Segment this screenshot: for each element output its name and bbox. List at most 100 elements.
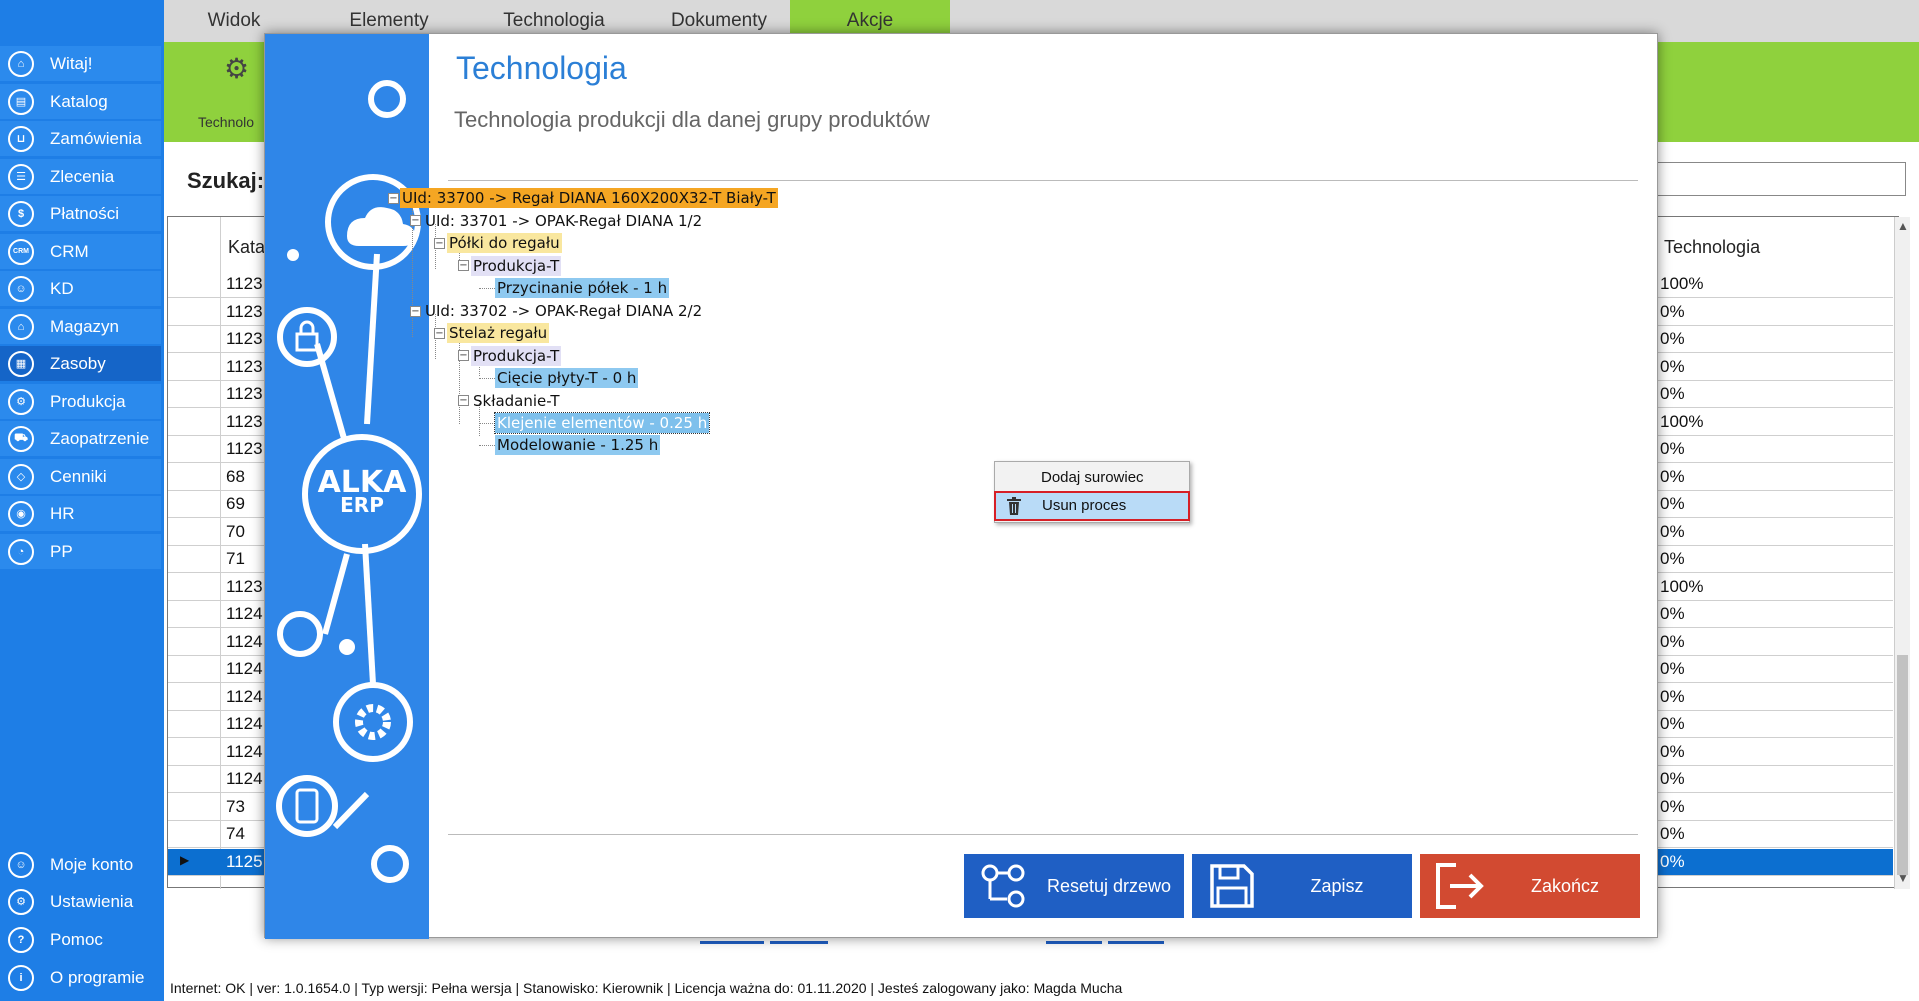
warehouse-icon: ⌂	[8, 313, 34, 340]
sidebar-item-hr[interactable]: ◉ HR	[0, 496, 161, 531]
tree-node-production-1[interactable]: Produkcja-T	[471, 256, 562, 276]
sidebar-item-label: Witaj!	[50, 53, 93, 73]
collapse-icon[interactable]: −	[434, 238, 445, 249]
sidebar-item-zlecenia[interactable]: ☰ Zlecenia	[0, 159, 161, 194]
collapse-icon[interactable]: −	[410, 306, 421, 317]
technologia-button-label[interactable]: Technolo	[198, 114, 254, 130]
sidebar-item-magazyn[interactable]: ⌂ Magazyn	[0, 309, 161, 344]
exit-icon	[1430, 861, 1490, 911]
cell-technologia: 100%	[1660, 411, 1704, 431]
collapse-icon[interactable]: −	[458, 395, 469, 406]
sidebar-item-pomoc[interactable]: ? Pomoc	[0, 922, 161, 957]
sidebar-item-zam-wienia[interactable]: ⊔ Zamówienia	[0, 121, 161, 156]
tree-node-assembly[interactable]: Składanie-T	[471, 391, 561, 411]
scroll-up-icon[interactable]: ▲	[1897, 219, 1909, 233]
cell-technologia: 0%	[1660, 851, 1685, 871]
scroll-down-icon[interactable]: ▼	[1897, 871, 1909, 885]
sidebar-item-ustawienia[interactable]: ⚙ Ustawienia	[0, 884, 161, 919]
cell-katalog: 1124	[226, 631, 263, 651]
cell-technologia: 0%	[1660, 301, 1685, 321]
book-icon: ▤	[8, 88, 34, 115]
cell-katalog: 1124	[226, 659, 263, 678]
gears-icon[interactable]: ⚙	[224, 52, 249, 85]
sidebar-item-crm[interactable]: CRM CRM	[0, 234, 161, 269]
reset-tree-button[interactable]: Resetuj drzewo	[964, 854, 1184, 918]
home-icon: ⌂	[8, 50, 34, 77]
row-marker-icon: ▶	[180, 852, 190, 867]
cell-technologia: 0%	[1660, 384, 1685, 403]
tree-node-process-modeling[interactable]: Modelowanie - 1.25 h	[495, 435, 661, 455]
tree-node-process-gluing[interactable]: Klejenie elementów - 0.25 h	[493, 412, 711, 434]
sidebar-item-kd[interactable]: ☺ KD	[0, 271, 161, 306]
info-icon: i	[8, 964, 34, 991]
collapse-icon[interactable]: −	[410, 215, 421, 226]
cell-technologia: 100%	[1660, 274, 1704, 293]
menu-item-remove-process-label: Usun proces	[1042, 497, 1127, 514]
dialog-subtitle: Technologia produkcji dla danej grupy pr…	[454, 107, 930, 132]
cell-katalog: 74	[226, 824, 245, 843]
column-header-katalog[interactable]: Kata	[228, 237, 265, 258]
sidebar-item-witaj-[interactable]: ⌂ Witaj!	[0, 46, 161, 81]
column-header-technologia[interactable]: Technologia	[1664, 237, 1760, 258]
sidebar-item-zaopatrzenie[interactable]: ⛟ Zaopatrzenie	[0, 421, 161, 456]
tree-node-package-1[interactable]: UId: 33701 -> OPAK-Regał DIANA 1/2	[423, 211, 704, 231]
tree-node-shelves[interactable]: Półki do regału	[447, 233, 562, 253]
floppy-disk-icon	[1202, 861, 1262, 911]
sidebar-item-moje-konto[interactable]: ☺ Moje konto	[0, 847, 161, 882]
collapse-icon[interactable]: −	[458, 260, 469, 271]
cell-technologia: 0%	[1660, 631, 1685, 651]
cell-technologia: 100%	[1660, 576, 1704, 596]
collapse-icon[interactable]: −	[458, 350, 469, 361]
sidebar-item-produkcja[interactable]: ⚙ Produkcja	[0, 384, 161, 419]
sidebar-item-pp[interactable]: ◔ PP	[0, 534, 161, 569]
collapse-icon[interactable]: −	[388, 193, 399, 204]
search-input[interactable]	[1652, 162, 1906, 196]
cell-katalog: 1123	[226, 329, 263, 348]
user-icon: ☺	[8, 851, 34, 878]
help-icon: ?	[8, 926, 34, 953]
sidebar-item-p-atno-ci[interactable]: $ Płatności	[0, 196, 161, 231]
sidebar-item-label: KD	[50, 278, 74, 298]
sidebar-item-label: Zamówienia	[50, 128, 142, 148]
cell-katalog: 1123	[226, 384, 263, 403]
cell-katalog: 1123	[226, 274, 263, 293]
sidebar-item-cenniki[interactable]: ◇ Cenniki	[0, 459, 161, 494]
tree-node-root[interactable]: UId: 33700 -> Regał DIANA 160X200X32-T B…	[400, 188, 778, 208]
cell-technologia: 0%	[1660, 466, 1685, 486]
cell-katalog: 68	[226, 466, 245, 486]
sidebar-item-katalog[interactable]: ▤ Katalog	[0, 84, 161, 119]
reset-gears-icon	[974, 861, 1034, 911]
cell-technologia: 0%	[1660, 714, 1685, 733]
sidebar-item-label: Zasoby	[50, 353, 106, 373]
menu-item-remove-process[interactable]: Usun proces	[994, 491, 1190, 521]
cell-technologia: 0%	[1660, 521, 1685, 541]
scroll-thumb[interactable]	[1897, 655, 1908, 875]
chart-icon: ◔	[8, 538, 34, 565]
save-label: Zapisz	[1310, 875, 1364, 896]
tree-node-frame[interactable]: Stelaż regału	[447, 323, 550, 343]
collapse-icon[interactable]: −	[434, 328, 445, 339]
cell-katalog: 73	[226, 796, 245, 816]
sidebar-item-label: Płatności	[50, 203, 119, 223]
person-icon: ☺	[8, 275, 34, 302]
close-button[interactable]: Zakończ	[1420, 854, 1640, 918]
cell-technologia: 0%	[1660, 329, 1685, 348]
tree-node-process-cutting-board[interactable]: Cięcie płyty-T - 0 h	[495, 368, 639, 388]
cell-katalog: 70	[226, 521, 245, 541]
reset-tree-label: Resetuj drzewo	[1046, 875, 1172, 896]
sidebar-item-zasoby[interactable]: ▦ Zasoby	[0, 346, 161, 381]
menu-item-add-material[interactable]: Dodaj surowiec	[995, 465, 1189, 491]
save-button[interactable]: Zapisz	[1192, 854, 1412, 918]
cell-technologia: 0%	[1660, 549, 1685, 568]
supply-icon: ⛟	[8, 425, 34, 452]
settings-icon: ⚙	[8, 888, 34, 915]
search-label: Szukaj:	[187, 168, 265, 193]
tree-node-package-2[interactable]: UId: 33702 -> OPAK-Regał DIANA 2/2	[423, 301, 704, 321]
table-scrollbar[interactable]: ▲ ▼	[1894, 217, 1910, 889]
cell-katalog: 1125	[226, 851, 263, 871]
tree-node-process-cutting-shelves[interactable]: Przycinanie półek - 1 h	[495, 278, 670, 298]
cell-katalog: 1124	[226, 604, 263, 623]
tree-node-production-2[interactable]: Produkcja-T	[471, 346, 562, 366]
hr-icon: ◉	[8, 500, 34, 527]
sidebar-item-o-programie[interactable]: i O programie	[0, 960, 161, 995]
